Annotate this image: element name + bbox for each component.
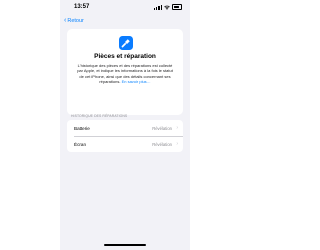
status-bar: 13:57 [60,0,190,14]
learn-more-link[interactable]: En savoir plus… [122,79,151,84]
signal-icon [153,5,162,10]
screwdriver-icon [119,36,133,50]
page-title: Pièces et réparation [94,53,156,60]
description-text: L'historique des pièces et des réparatio… [75,63,175,84]
chevron-right-icon: › [176,125,178,131]
phone-screen: 13:57 ‹ Retour Pièces et réparation L'hi [60,0,190,250]
battery-icon [172,4,182,10]
back-label: Retour [67,18,84,24]
status-icons [153,4,182,10]
row-label: Batterie [74,125,90,131]
home-indicator[interactable] [104,244,146,246]
chevron-right-icon: › [176,141,178,147]
repair-history-list: Batterie Révélation › Écran Révélation › [67,120,183,152]
row-label: Écran [74,141,87,147]
status-time: 13:57 [74,4,90,10]
chevron-left-icon: ‹ [64,17,67,24]
wifi-icon [164,5,170,10]
section-header: HISTORIQUE DES RÉPARATIONS [71,114,128,118]
back-button[interactable]: ‹ Retour [64,16,84,26]
row-value: Révélation [152,125,172,131]
row-value: Révélation [152,141,172,147]
info-card: Pièces et réparation L'historique des pi… [67,29,183,115]
list-item-screen[interactable]: Écran Révélation › [67,136,183,152]
list-item-battery[interactable]: Batterie Révélation › [67,120,183,136]
